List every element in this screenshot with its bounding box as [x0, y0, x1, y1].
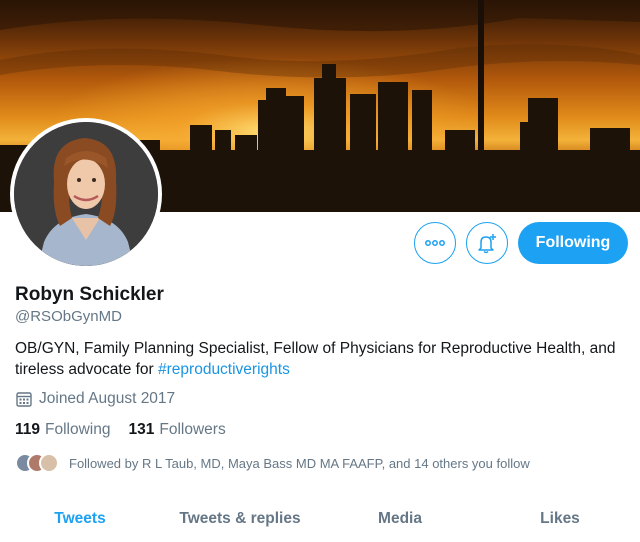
mini-avatar: [39, 453, 59, 473]
tab-likes[interactable]: Likes: [480, 496, 640, 542]
tab-media[interactable]: Media: [320, 496, 480, 542]
followers-count: 131: [128, 421, 155, 438]
followers-stat-link[interactable]: 131 Followers: [129, 421, 226, 439]
calendar-icon: [16, 392, 32, 407]
notifications-button[interactable]: [466, 222, 508, 264]
profile-handle: @RSObGynMD: [15, 308, 122, 325]
more-horizontal-icon: [425, 240, 445, 246]
bio-hashtag-link[interactable]: #reproductiverights: [158, 361, 290, 378]
bell-plus-icon: [478, 234, 496, 254]
joined-date: Joined August 2017: [15, 390, 175, 408]
followed-by-row[interactable]: Followed by R L Taub, MD, Maya Bass MD M…: [15, 453, 530, 473]
following-button[interactable]: Following: [518, 222, 628, 264]
joined-label: Joined August 2017: [39, 390, 176, 407]
more-options-button[interactable]: [414, 222, 456, 264]
following-stat-link[interactable]: 119 Following: [15, 421, 111, 439]
following-label: Following: [45, 421, 111, 438]
profile-actions: Following: [414, 222, 628, 264]
followed-by-avatars: [15, 453, 59, 473]
profile-avatar[interactable]: [10, 118, 162, 270]
followers-label: Followers: [159, 421, 226, 438]
tab-tweets[interactable]: Tweets: [0, 496, 160, 542]
followed-by-text: Followed by R L Taub, MD, Maya Bass MD M…: [69, 455, 530, 471]
following-count: 119: [15, 421, 41, 438]
profile-tabs: Tweets Tweets & replies Media Likes: [0, 496, 640, 542]
bio-text: OB/GYN, Family Planning Specialist, Fell…: [15, 340, 616, 378]
profile-bio: OB/GYN, Family Planning Specialist, Fell…: [15, 338, 630, 380]
avatar-photo: [14, 122, 158, 266]
profile-stats: 119 Following 131 Followers: [15, 421, 226, 439]
tab-tweets-and-replies[interactable]: Tweets & replies: [160, 496, 320, 542]
profile-name: Robyn Schickler: [15, 284, 164, 305]
